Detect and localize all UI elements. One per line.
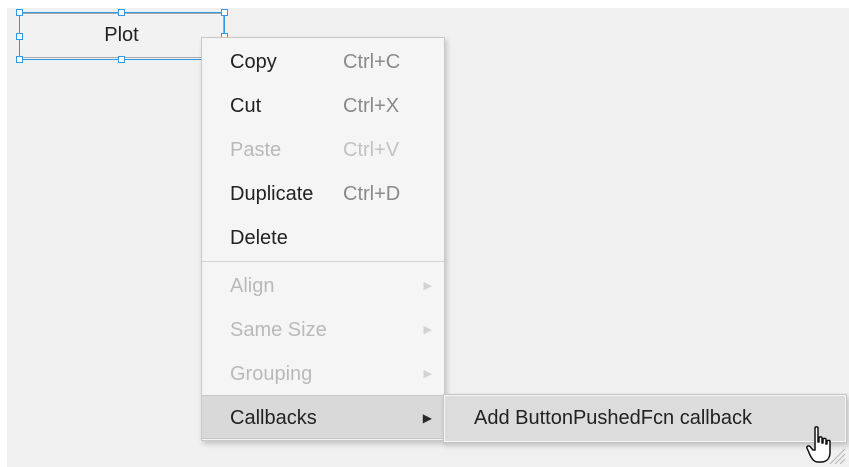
menu-item-add-buttonpushedfcn-callback[interactable]: Add ButtonPushedFcn callback (445, 396, 845, 441)
menu-item-delete[interactable]: Delete (202, 216, 444, 260)
menu-item-cut[interactable]: Cut Ctrl+X (202, 84, 444, 128)
menu-item-label: Cut (230, 95, 262, 117)
menu-item-label: Copy (230, 51, 277, 73)
menu-item-same-size[interactable]: Same Size ▶ (202, 308, 444, 352)
menu-item-shortcut: Ctrl+C (343, 51, 401, 73)
menu-item-label: Add ButtonPushedFcn callback (474, 407, 752, 429)
menu-item-shortcut: Ctrl+V (343, 139, 400, 161)
callbacks-submenu: Add ButtonPushedFcn callback (443, 394, 847, 443)
hand-pointer-icon (806, 426, 831, 463)
resize-handle-top-left[interactable] (16, 9, 23, 16)
menu-item-label: Duplicate (230, 183, 314, 205)
chevron-right-icon: ▶ (423, 368, 432, 380)
menu-item-copy[interactable]: Copy Ctrl+C (202, 40, 444, 84)
resize-handle-top-right[interactable] (221, 9, 228, 16)
context-menu: Copy Ctrl+C Cut Ctrl+X Paste Ctrl+V Dupl… (201, 37, 445, 441)
menu-item-label: Delete (230, 227, 288, 249)
menu-item-label: Align (230, 275, 275, 297)
menu-item-grouping[interactable]: Grouping ▶ (202, 352, 444, 396)
menu-item-shortcut: Ctrl+D (343, 183, 401, 205)
menu-item-label: Grouping (230, 363, 313, 385)
plot-button[interactable]: Plot (19, 13, 224, 58)
menu-item-callbacks[interactable]: Callbacks ▶ (202, 395, 444, 439)
menu-item-shortcut: Ctrl+X (343, 95, 400, 117)
resize-handle-bottom-left[interactable] (16, 56, 23, 63)
menu-item-paste[interactable]: Paste Ctrl+V (202, 128, 444, 172)
menu-item-label: Paste (230, 139, 282, 161)
menu-separator (202, 261, 444, 262)
resize-handle-bottom[interactable] (118, 56, 125, 63)
resize-handle-top[interactable] (118, 9, 125, 16)
menu-item-label: Callbacks (230, 407, 317, 429)
triangle-right-icon: ▶ (422, 411, 432, 425)
menu-item-duplicate[interactable]: Duplicate Ctrl+D (202, 172, 444, 216)
chevron-right-icon: ▶ (423, 280, 432, 292)
resize-handle-left[interactable] (16, 33, 23, 40)
menu-item-align[interactable]: Align ▶ (202, 264, 444, 308)
menu-item-label: Same Size (230, 319, 327, 341)
chevron-right-icon: ▶ (423, 324, 432, 336)
